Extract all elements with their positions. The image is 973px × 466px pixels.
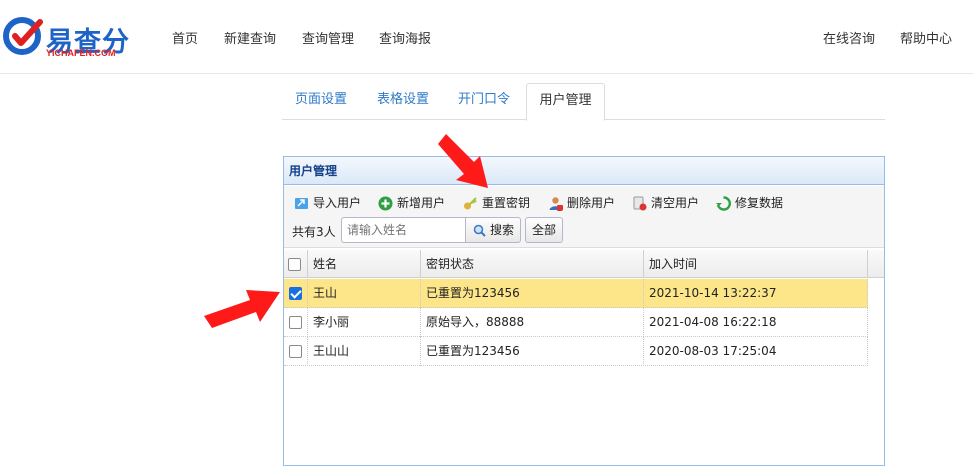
- clear-icon: [633, 196, 647, 211]
- repair-icon: [716, 196, 731, 211]
- reset-key-label: 重置密钥: [482, 196, 531, 210]
- tab-table-settings[interactable]: 表格设置: [370, 83, 436, 120]
- cell-name: 李小丽: [308, 308, 421, 337]
- table-row[interactable]: 李小丽 原始导入，88888 2021-04-08 16:22:18: [284, 308, 868, 337]
- annotation-arrow-right-icon: [204, 290, 280, 328]
- table-row[interactable]: 王山山 已重置为123456 2020-08-03 17:25:04: [284, 337, 868, 366]
- reset-key-button[interactable]: 重置密钥: [463, 194, 530, 212]
- row-checkbox[interactable]: [289, 316, 302, 329]
- header-name[interactable]: 姓名: [308, 250, 421, 278]
- add-user-button[interactable]: 新增用户: [378, 194, 445, 212]
- row-checkbox-cell: [284, 308, 308, 337]
- delete-user-icon: [549, 197, 563, 211]
- logo-mark-icon: [3, 17, 43, 55]
- nav-query-manage[interactable]: 查询管理: [302, 28, 354, 47]
- key-icon: [464, 197, 477, 210]
- clear-users-button[interactable]: 清空用户: [632, 194, 699, 212]
- search-icon: [473, 224, 486, 237]
- import-icon: [295, 198, 308, 209]
- nav-new-query[interactable]: 新建查询: [224, 28, 276, 47]
- select-all-checkbox[interactable]: [288, 258, 301, 271]
- cell-key-status: 已重置为123456: [421, 279, 644, 308]
- cell-join-time: 2021-10-14 13:22:37: [644, 279, 868, 308]
- row-checkbox[interactable]: [289, 345, 302, 358]
- repair-data-label: 修复数据: [735, 196, 784, 210]
- table-header: 姓名 密钥状态 加入时间: [284, 250, 884, 278]
- row-checkbox[interactable]: [289, 287, 302, 300]
- tab-door-password[interactable]: 开门口令: [451, 83, 517, 120]
- search-button[interactable]: 搜索: [465, 217, 521, 243]
- user-management-panel: 用户管理 导入用户 新增用户 重置密钥 删除用户 清空用户 修复数据 共有3人: [283, 156, 885, 466]
- search-button-label: 搜索: [490, 223, 515, 237]
- row-checkbox-cell: [284, 279, 308, 308]
- nav-help-center[interactable]: 帮助中心: [900, 28, 952, 47]
- nav-home[interactable]: 首页: [172, 28, 198, 47]
- search-input[interactable]: [341, 217, 466, 243]
- tab-page-settings[interactable]: 页面设置: [288, 83, 354, 120]
- logo[interactable]: 易查分 YICHAFEN.COM: [2, 14, 132, 60]
- logo-domain: YICHAFEN.COM: [46, 48, 116, 58]
- panel-toolbar: 导入用户 新增用户 重置密钥 删除用户 清空用户 修复数据 共有3人 搜索 全部: [284, 186, 884, 248]
- repair-data-button[interactable]: 修复数据: [716, 194, 783, 212]
- cell-join-time: 2021-04-08 16:22:18: [644, 308, 868, 337]
- nav-query-poster[interactable]: 查询海报: [379, 28, 431, 47]
- settings-tabs: 页面设置 表格设置 开门口令 用户管理: [282, 83, 885, 121]
- header-key-status[interactable]: 密钥状态: [421, 250, 644, 278]
- top-navbar: 易查分 YICHAFEN.COM 首页 新建查询 查询管理 查询海报 在线咨询 …: [0, 0, 973, 74]
- cell-key-status: 已重置为123456: [421, 337, 644, 366]
- clear-users-label: 清空用户: [651, 196, 700, 210]
- cell-name: 王山: [308, 279, 421, 308]
- header-checkbox-cell: [284, 250, 308, 278]
- plus-icon: [378, 196, 393, 211]
- delete-user-label: 删除用户: [567, 196, 616, 210]
- import-users-button[interactable]: 导入用户: [294, 194, 361, 212]
- cell-name: 王山山: [308, 337, 421, 366]
- table-row[interactable]: 王山 已重置为123456 2021-10-14 13:22:37: [284, 279, 868, 308]
- row-checkbox-cell: [284, 337, 308, 366]
- panel-title: 用户管理: [284, 157, 884, 185]
- nav-online-consult[interactable]: 在线咨询: [823, 28, 875, 47]
- annotation-arrow-down-icon: [438, 134, 488, 188]
- import-users-label: 导入用户: [313, 196, 362, 210]
- cell-key-status: 原始导入，88888: [421, 308, 644, 337]
- delete-user-button[interactable]: 删除用户: [548, 194, 615, 212]
- header-join-time[interactable]: 加入时间: [644, 250, 868, 278]
- tab-user-management[interactable]: 用户管理: [526, 83, 605, 121]
- add-user-label: 新增用户: [397, 196, 446, 210]
- cell-join-time: 2020-08-03 17:25:04: [644, 337, 868, 366]
- show-all-button[interactable]: 全部: [525, 217, 563, 243]
- user-count: 共有3人: [292, 225, 336, 239]
